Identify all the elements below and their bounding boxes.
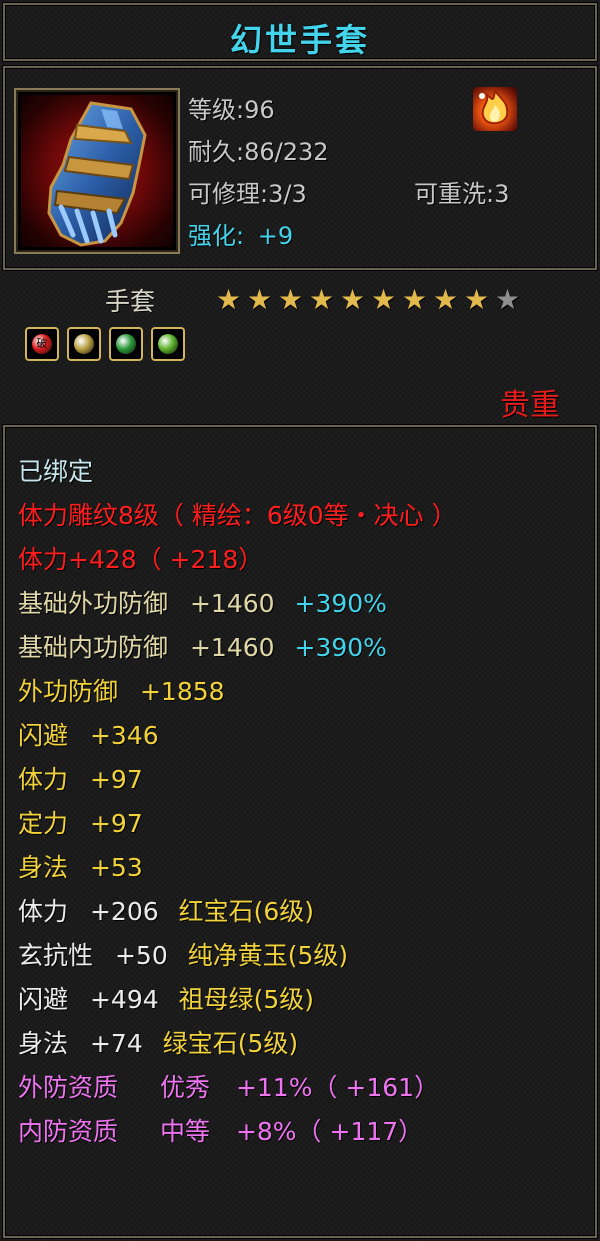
star-filled-icon: ★ (277, 283, 304, 316)
item-rewash-count: 可重洗:3 (414, 180, 510, 208)
stat-value: +74 (89, 1029, 143, 1058)
gem-core: 破 (32, 334, 52, 354)
star-filled-icon: ★ (215, 283, 242, 316)
gauntlet-icon (47, 101, 147, 247)
star-filled-icon: ★ (246, 283, 273, 316)
stat-name: 外功防御 (18, 677, 119, 706)
engrave-line: 体力雕纹8级（ 精绘：6级0等・决心 ） (18, 501, 457, 530)
stat-value: +1858 (139, 677, 225, 706)
quality-bonus: +8%（ +117） (235, 1117, 424, 1146)
item-type: 手套 (105, 287, 156, 316)
red-gem-icon[interactable]: 破 (25, 327, 59, 361)
stat-value: +206 (89, 897, 159, 926)
quality-line: 外防资质 优秀 +11%（ +161） (18, 1066, 457, 1110)
gem-core (74, 334, 94, 354)
item-repair-count: 可修理:3/3 (188, 180, 307, 208)
star-empty-icon: ★ (494, 283, 521, 316)
rarity-label: 贵重 (500, 388, 560, 423)
stat-name: 玄抗性 (18, 941, 94, 970)
gem-sockets: 破 (25, 327, 193, 361)
star-rating: ★ ★ ★ ★ ★ ★ ★ ★ ★ ★ (213, 284, 523, 316)
star-filled-icon: ★ (432, 283, 459, 316)
stat-name: 闪避 (18, 985, 69, 1014)
stat-agility: 身法 +53 (18, 846, 457, 890)
stat-value: +97 (89, 765, 143, 794)
stat-name: 身法 (18, 1029, 69, 1058)
gem-name: 纯净黄玉(5级) (187, 941, 349, 970)
stat-name: 闪避 (18, 721, 69, 750)
stat-value: +1460 (189, 589, 275, 618)
stat-name: 基础外功防御 (18, 589, 169, 618)
gem-name: 祖母绿(5级) (178, 985, 315, 1014)
item-tooltip: 幻世手套 等级:96 耐久:86/232 可修理:3/3 可重洗:3 强化: +… (0, 0, 600, 1241)
gem-core (158, 334, 178, 354)
stat-focus: 定力 +97 (18, 802, 457, 846)
portrait-background (21, 95, 173, 247)
gem-name: 绿宝石(5级) (162, 1029, 299, 1058)
enhance-value: +9 (257, 222, 294, 250)
gem-core (116, 334, 136, 354)
stat-value: +494 (89, 985, 159, 1014)
stat-list: 已绑定 体力雕纹8级（ 精绘：6级0等・决心 ） 体力+428（ +218） 基… (18, 450, 457, 1154)
stat-name: 身法 (18, 853, 69, 882)
stat-external-defense: 外功防御 +1858 (18, 670, 457, 714)
star-filled-icon: ★ (339, 283, 366, 316)
stat-base-internal-defense: 基础内功防御 +1460 +390% (18, 626, 457, 670)
enhance-label: 强化: (188, 222, 245, 250)
title-panel: 幻世手套 (3, 3, 597, 61)
quality-bonus: +11%（ +161） (235, 1073, 440, 1102)
stat-stamina: 体力 +97 (18, 758, 457, 802)
quality-grade: 中等 (159, 1117, 210, 1146)
bound-status: 已绑定 (18, 457, 94, 486)
gem-stat-line: 体力 +206 红宝石(6级) (18, 890, 457, 934)
gem-stat-line: 玄抗性 +50 纯净黄玉(5级) (18, 934, 457, 978)
stat-name: 基础内功防御 (18, 633, 169, 662)
item-level: 等级:96 (188, 96, 275, 124)
item-portrait[interactable] (14, 88, 180, 254)
stat-value: +53 (89, 853, 143, 882)
star-filled-icon: ★ (401, 283, 428, 316)
stat-percent: +390% (294, 633, 387, 662)
quality-grade: 优秀 (159, 1073, 210, 1102)
quality-line: 内防资质 中等 +8%（ +117） (18, 1110, 457, 1154)
yellow-jade-icon[interactable] (67, 327, 101, 361)
engrave-bonus-line: 体力+428（ +218） (18, 545, 264, 574)
gem-stat-line: 身法 +74 绿宝石(5级) (18, 1022, 457, 1066)
gem-name: 红宝石(6级) (178, 897, 315, 926)
info-panel: 等级:96 耐久:86/232 可修理:3/3 可重洗:3 强化: +9 (3, 66, 597, 270)
stat-value: +97 (89, 809, 143, 838)
stat-value: +50 (114, 941, 168, 970)
star-filled-icon: ★ (308, 283, 335, 316)
stat-value: +1460 (189, 633, 275, 662)
stat-dodge: 闪避 +346 (18, 714, 457, 758)
item-name: 幻世手套 (229, 21, 370, 59)
stat-name: 体力 (18, 897, 69, 926)
stat-percent: +390% (294, 589, 387, 618)
quality-name: 外防资质 (18, 1073, 119, 1102)
emerald-icon[interactable] (109, 327, 143, 361)
gem-stat-line: 闪避 +494 祖母绿(5级) (18, 978, 457, 1022)
green-gem-icon[interactable] (151, 327, 185, 361)
item-enhance: 强化: +9 (188, 216, 293, 251)
flame-icon (479, 88, 509, 125)
stat-name: 体力 (18, 765, 69, 794)
stat-name: 定力 (18, 809, 69, 838)
star-filled-icon: ★ (463, 283, 490, 316)
star-filled-icon: ★ (370, 283, 397, 316)
stat-value: +346 (89, 721, 159, 750)
stat-base-external-defense: 基础外功防御 +1460 +390% (18, 582, 457, 626)
quality-name: 内防资质 (18, 1117, 119, 1146)
flame-buff-icon[interactable] (473, 87, 517, 131)
item-durability: 耐久:86/232 (188, 138, 329, 166)
